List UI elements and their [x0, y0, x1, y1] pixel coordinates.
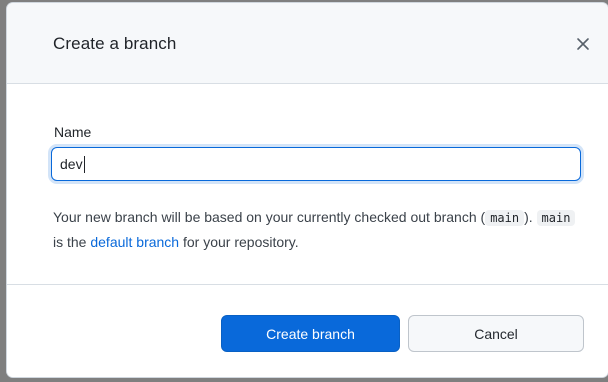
close-button[interactable] [572, 33, 594, 55]
description-text: ). [524, 209, 537, 225]
description-text: is the [53, 234, 91, 250]
branch-name-input[interactable]: dev [51, 147, 581, 181]
cancel-button[interactable]: Cancel [408, 315, 584, 352]
dialog-title: Create a branch [53, 34, 177, 53]
name-label: Name [54, 124, 92, 140]
create-branch-dialog: Create a branch Name dev Your new branch… [7, 3, 608, 377]
window-backdrop: Create a branch Name dev Your new branch… [0, 0, 608, 382]
dialog-body: Name dev Your new branch will be based o… [7, 84, 608, 284]
default-branch-code: main [536, 210, 576, 226]
dialog-header: Create a branch [7, 3, 608, 84]
current-branch-code: main [485, 210, 525, 226]
default-branch-link[interactable]: default branch [90, 234, 179, 250]
branch-description: Your new branch will be based on your cu… [53, 205, 583, 254]
description-text: for your repository. [179, 234, 299, 250]
dialog-footer: Create branch Cancel [7, 284, 608, 377]
description-text: Your new branch will be based on your cu… [53, 209, 486, 225]
close-icon [577, 38, 589, 50]
create-branch-button[interactable]: Create branch [221, 315, 400, 352]
text-caret [83, 155, 85, 173]
branch-name-value: dev [60, 156, 83, 172]
